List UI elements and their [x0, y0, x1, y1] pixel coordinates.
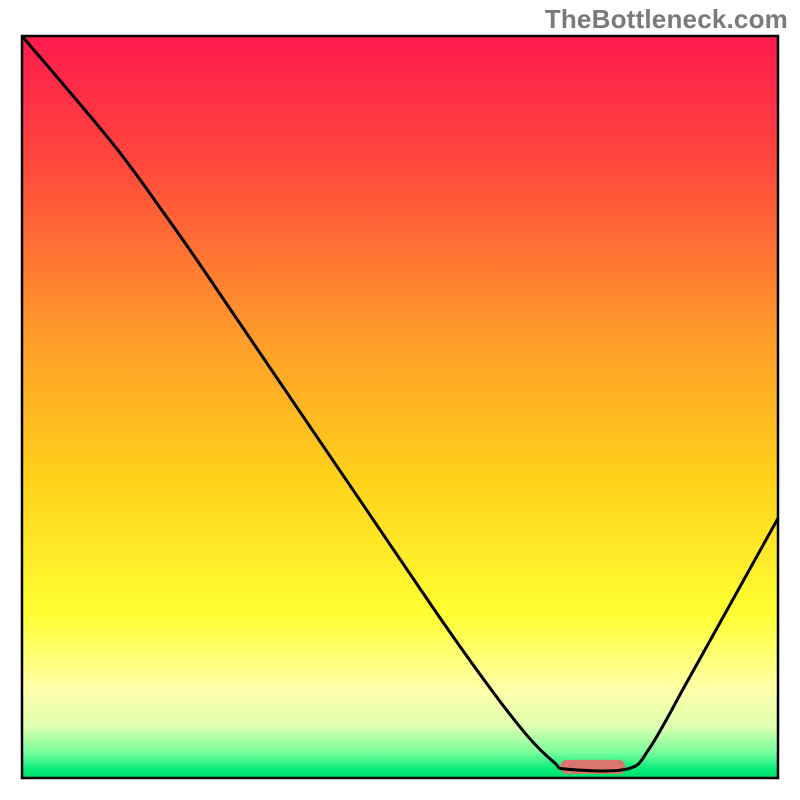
chart-svg — [0, 0, 800, 800]
plot-background-gradient — [22, 36, 778, 778]
chart-container: TheBottleneck.com — [0, 0, 800, 800]
watermark-text: TheBottleneck.com — [545, 4, 788, 35]
